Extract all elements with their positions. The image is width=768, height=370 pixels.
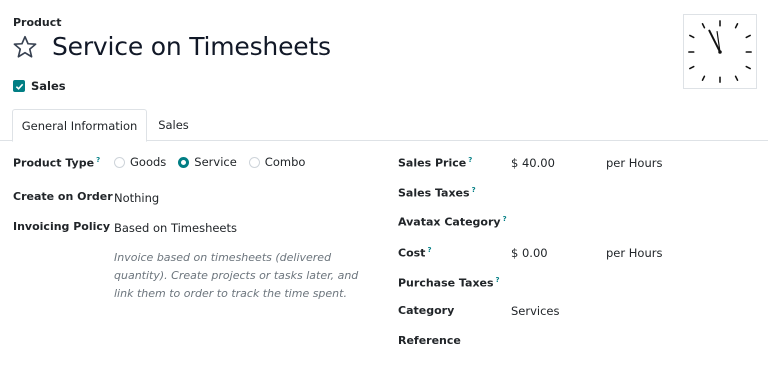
sales-checkbox-label: Sales xyxy=(31,79,66,93)
radio-service-circle[interactable] xyxy=(178,156,190,168)
sales-price-unit: per Hours xyxy=(606,156,663,170)
purchase-taxes-label-text: Purchase Taxes xyxy=(398,276,494,290)
title-row: Service on Timesheets xyxy=(12,32,331,61)
radio-combo-circle[interactable] xyxy=(248,156,260,168)
tab-sales[interactable]: Sales xyxy=(147,109,200,141)
invoicing-policy-hint: Invoice based on timesheets (delivered q… xyxy=(114,251,359,300)
sales-taxes-label-text: Sales Taxes xyxy=(398,186,470,200)
tab-general-information[interactable]: General Information xyxy=(12,109,147,142)
radio-goods-circle[interactable] xyxy=(114,156,125,168)
reference-label: Reference xyxy=(398,334,461,347)
create-on-order-field[interactable]: Nothing xyxy=(114,191,159,205)
cost-unit: per Hours xyxy=(606,246,663,260)
avatax-category-help-icon[interactable]: ? xyxy=(503,215,507,223)
sales-price-label-text: Sales Price xyxy=(398,156,467,170)
cost-field[interactable]: $ 0.00 xyxy=(511,246,548,260)
cost-label-text: Cost xyxy=(398,246,426,260)
product-type-label: Product Type? xyxy=(13,156,100,170)
product-image[interactable] xyxy=(683,14,757,89)
sales-price-help-icon[interactable]: ? xyxy=(468,156,472,164)
product-type-help-icon[interactable]: ? xyxy=(96,156,100,164)
radio-goods[interactable]: Goods xyxy=(114,155,166,169)
clock-icon xyxy=(688,20,752,83)
avatax-category-label: Avatax Category? xyxy=(398,215,507,229)
invoicing-policy-field[interactable]: Based on Timesheets xyxy=(114,221,237,235)
sales-checkbox-row[interactable]: Sales xyxy=(13,79,66,93)
breadcrumb[interactable]: Product xyxy=(13,16,62,29)
category-field[interactable]: Services xyxy=(511,304,560,318)
sales-taxes-label: Sales Taxes? xyxy=(398,186,476,200)
category-label: Category xyxy=(398,304,455,317)
sales-checkbox[interactable] xyxy=(13,80,25,92)
radio-goods-label: Goods xyxy=(130,155,167,169)
page-title[interactable]: Service on Timesheets xyxy=(52,32,331,61)
cost-help-icon[interactable]: ? xyxy=(427,246,431,254)
sales-taxes-help-icon[interactable]: ? xyxy=(472,186,476,194)
radio-service[interactable]: Service xyxy=(178,155,237,169)
sales-price-label: Sales Price? xyxy=(398,156,472,170)
product-type-label-text: Product Type xyxy=(13,156,95,170)
star-icon[interactable] xyxy=(12,34,38,60)
radio-combo[interactable]: Combo xyxy=(248,155,306,169)
invoicing-policy-label: Invoicing Policy xyxy=(13,220,111,233)
cost-label: Cost? xyxy=(398,246,432,260)
product-type-radio-group: Goods Service Combo xyxy=(114,155,317,169)
purchase-taxes-label: Purchase Taxes? xyxy=(398,276,500,290)
radio-combo-label: Combo xyxy=(264,155,306,169)
sales-price-field[interactable]: $ 40.00 xyxy=(511,156,555,170)
radio-service-label: Service xyxy=(194,155,237,169)
purchase-taxes-help-icon[interactable]: ? xyxy=(496,276,500,284)
avatax-category-label-text: Avatax Category xyxy=(398,215,501,229)
create-on-order-label: Create on Order xyxy=(13,190,113,203)
tab-bar: General Information Sales xyxy=(0,109,768,142)
